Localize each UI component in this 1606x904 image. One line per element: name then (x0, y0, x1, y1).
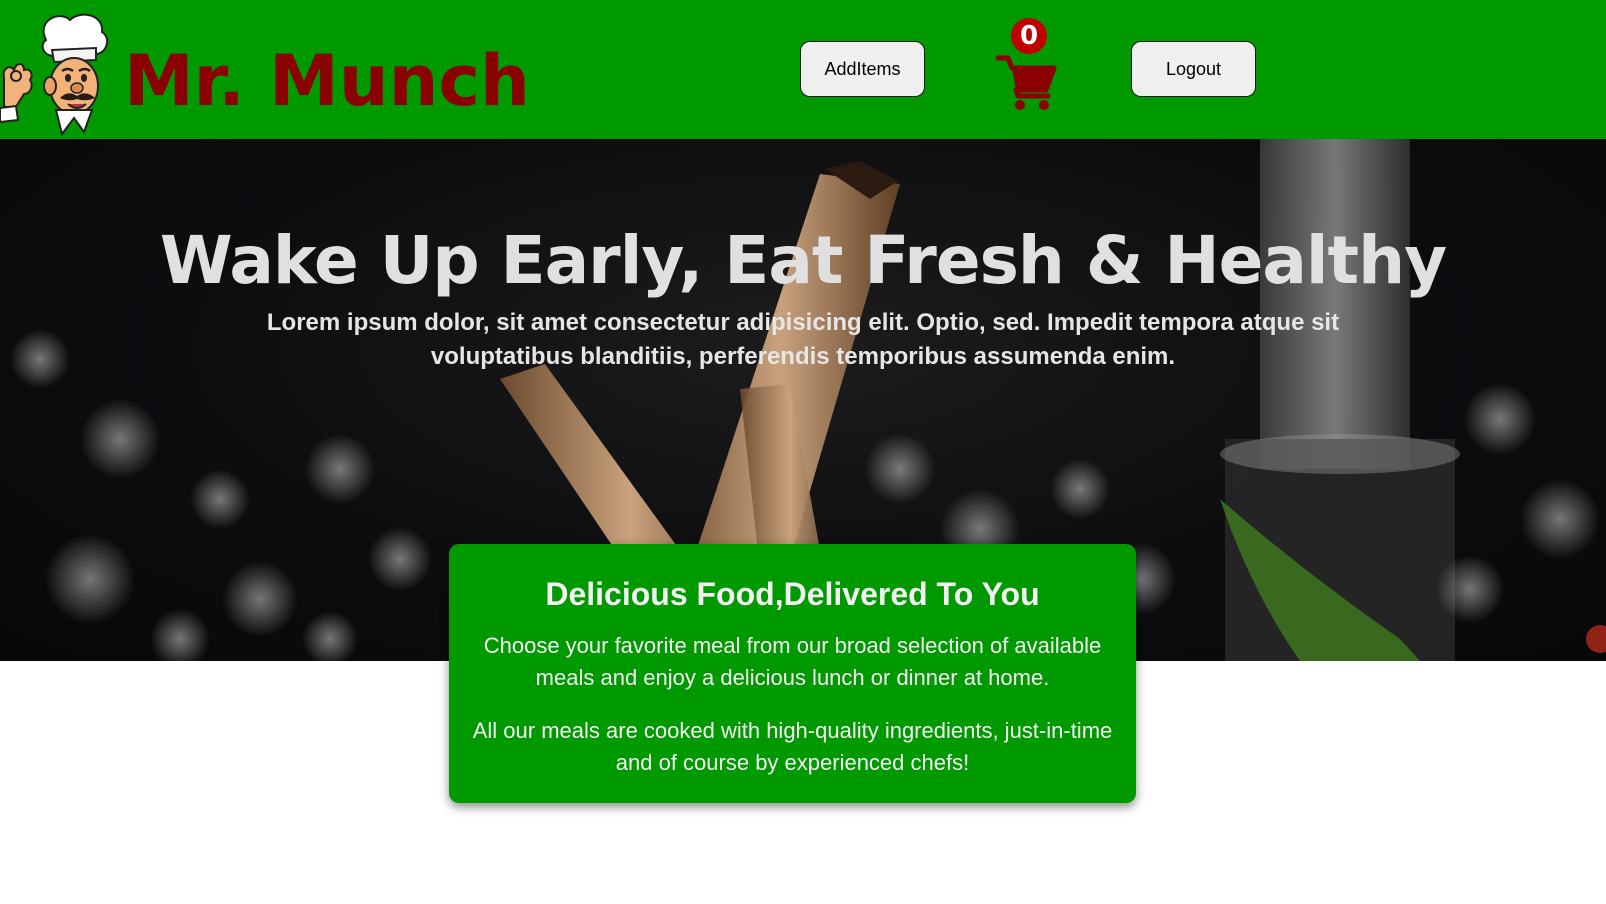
brand-title: Mr. Munch (124, 40, 530, 122)
cart-count-badge: 0 (1011, 18, 1047, 54)
chef-logo-icon (0, 13, 109, 136)
hero-subtext: Lorem ipsum dolor, sit amet consectetur … (266, 309, 1340, 370)
hero-heading: Wake Up Early, Eat Fresh & Healthy (159, 222, 1447, 299)
info-card: Delicious Food,Delivered To You Choose y… (449, 544, 1136, 803)
logout-button[interactable]: Logout (1131, 41, 1256, 97)
info-card-paragraph-1: Choose your favorite meal from our broad… (483, 633, 1102, 690)
cart-button[interactable]: 0 (996, 14, 1060, 112)
site-header: Mr. Munch AddItems 0 Logout (0, 0, 1606, 139)
info-card-title: Delicious Food,Delivered To You (545, 576, 1040, 612)
shopping-cart-icon (996, 55, 1057, 110)
info-card-paragraph-2: All our meals are cooked with high-quali… (472, 718, 1113, 775)
add-items-button[interactable]: AddItems (800, 41, 925, 97)
